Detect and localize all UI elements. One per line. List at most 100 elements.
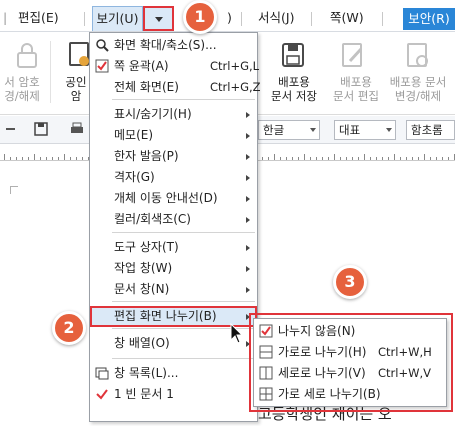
chevron-right-icon [246,266,250,272]
ruler-tick [376,157,377,160]
chevron-right-icon [246,245,250,251]
ruler-tick [22,157,23,160]
save-icon[interactable] [34,122,48,136]
ruler-tick [382,157,383,160]
submenu-highlight-outline [249,313,453,412]
menu-separator [112,232,255,233]
chevron-right-icon [246,196,250,202]
chevron-right-icon [246,217,250,223]
ruler-tick [28,157,29,160]
menu-item-hanja-pronunciation[interactable]: 한자 발음(P) [90,146,257,167]
ribbon-change-distribution[interactable]: 배포용 문서 변경/해제 [382,75,454,103]
ruler-tick [424,154,425,160]
menu-item-toolbox[interactable]: 도구 상자(T) [90,237,257,258]
menu-page[interactable]: 쪽(W) [330,9,364,27]
menu-item-zoom[interactable]: 화면 확대/축소(S)... [90,35,257,56]
menu-item-shortcut: Ctrl+G,Z [210,80,261,94]
menu-item-label: 창 배열(O) [114,336,170,350]
menu-item-show-hide[interactable]: 표시/숨기기(H) [90,104,257,125]
menu-separator [112,358,255,359]
menu-item-page-outline[interactable]: 쪽 윤곽(A) Ctrl+G,L [90,56,260,77]
menu-item-label: 표시/숨기기(H) [114,107,192,121]
ruler-tick [418,157,419,160]
ruler-tick [442,157,443,160]
ruler-tick [40,157,41,160]
ruler-tick [436,157,437,160]
ruler-tick [406,157,407,160]
menu-item-label: 창 목록(L)... [114,366,179,380]
mouse-cursor-icon [230,322,244,348]
print-icon[interactable] [70,122,84,136]
ruler-tick [340,157,341,160]
menu-prev-cut: | [3,10,8,25]
ruler-tick [4,154,5,160]
menu-item-label: 컬러/회색조(C) [114,212,191,226]
save-distribution-icon [280,41,306,72]
ruler-tick [430,157,431,160]
menu-item-color-gray[interactable]: 컬러/회색조(C) [90,209,257,230]
menu-separator [311,12,312,26]
view-dropdown-button[interactable] [143,6,174,31]
menu-item-label: 편집 화면 나누기(B) [114,309,217,323]
ruler-tick [280,157,281,160]
menu-item-label: 화면 확대/축소(S)... [114,38,217,52]
ruler-tick [64,154,65,160]
menu-item-label: 격자(G) [114,170,155,184]
menu-item-window-list[interactable]: 창 목록(L)... [90,363,257,384]
ruler-tick [16,157,17,160]
menu-separator [112,301,255,302]
font-language-value: 한글 [263,123,285,137]
ruler-tick [82,157,83,160]
ruler-tick [310,157,311,160]
menu-item-label: 개체 이동 안내선(D) [114,191,218,205]
ruler-tick [268,157,269,160]
zoom-icon [95,38,109,52]
chevron-down-icon [310,128,316,132]
menu-item-label: 작업 창(W) [114,261,173,275]
menu-format[interactable]: 서식(J) [258,9,294,27]
menu-item-memo[interactable]: 메모(E) [90,125,257,146]
ribbon-doc-password[interactable]: 서 암호 경/해제 [0,75,44,103]
menu-item-label: 쪽 윤곽(A) [114,59,169,73]
menu-item-grid[interactable]: 격자(G) [90,167,257,188]
font-face-select[interactable]: 함초롬 [406,120,455,140]
ribbon-edit-distribution[interactable]: 배포용 문서 편집 [326,75,386,103]
step-badge-2: 2 [52,311,86,345]
ruler-tick [364,154,365,160]
ruler-tick [298,157,299,160]
ruler-tick [34,154,35,160]
edit-distribution-icon [340,41,366,72]
ruler-tick [448,157,449,160]
ribbon-save-distribution[interactable]: 배포용 문서 저장 [264,75,324,103]
menu-item-shortcut: Ctrl+G,L [210,59,260,73]
lock-icon [14,41,40,72]
menu-view[interactable]: 보기(U) [92,6,143,31]
menu-input-cut[interactable]: ) [227,9,232,27]
menu-security[interactable]: 보안(R) [403,8,455,30]
menu-item-object-guide[interactable]: 개체 이동 안내선(D) [90,188,257,209]
chevron-right-icon [246,175,250,181]
page-margin-corner [10,186,18,194]
step-badge-1: 1 [183,0,217,34]
menu-item-label: 도구 상자(T) [114,240,179,254]
undo-icon[interactable] [4,122,18,136]
ruler-tick [10,157,11,160]
ruler-tick [262,157,263,160]
font-language-select[interactable]: 한글 [258,120,320,140]
checkmark-icon [95,387,109,401]
ruler-tick [58,157,59,160]
ruler-tick [412,157,413,160]
font-face-value: 함초롬 [411,123,443,137]
window-list-icon [95,366,109,380]
menu-item-document-pane[interactable]: 문서 창(N) [90,279,257,300]
menu-view-label: 보기(U) [96,11,139,26]
menu-item-label: 문서 창(N) [114,282,170,296]
font-name-select[interactable]: 대표 [334,120,396,140]
chevron-right-icon [246,154,250,160]
chevron-right-icon [246,112,250,118]
ruler-tick [346,157,347,160]
menu-item-recent-doc-1[interactable]: 1 빈 문서 1 [90,384,257,405]
menu-edit[interactable]: 편집(E) [18,9,59,27]
menu-item-fullscreen[interactable]: 전체 화면(E) Ctrl+G,Z [90,77,261,98]
menu-item-task-pane[interactable]: 작업 창(W) [90,258,257,279]
